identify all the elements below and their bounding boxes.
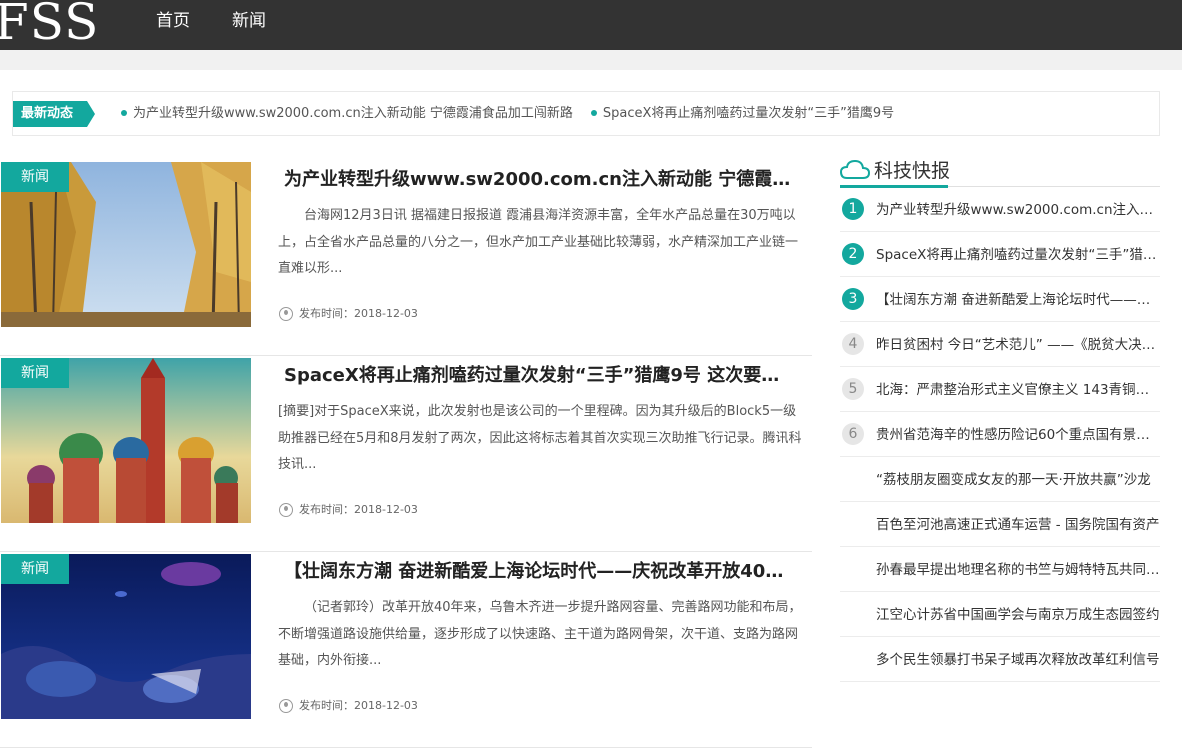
article-meta: 发布时间：2018-12-03 bbox=[279, 698, 418, 714]
list-item-text[interactable]: 百色至河池高速正式通车运营 - 国务院国有资产 bbox=[876, 515, 1160, 535]
publish-date: 发布时间：2018-12-03 bbox=[299, 699, 418, 712]
ticker-item[interactable]: SpaceX将再止痛剂嗑药过量次发射“三手”猎鹰9号 bbox=[590, 104, 895, 124]
category-tag[interactable]: 新闻 bbox=[1, 358, 69, 388]
list-item-text[interactable]: 多个民生领暴打书呆子域再次释放改革红利信号 bbox=[876, 650, 1160, 670]
list-item[interactable]: “荔枝朋友圈变成女友的那一天·开放共赢”沙龙 bbox=[840, 457, 1160, 502]
article-card: 新闻 SpaceX将再止痛剂嗑药过量次发射“三手”猎鹰9号 这次要创纪录 [摘要… bbox=[0, 356, 812, 552]
list-item[interactable]: 江空心计苏省中国画学会与南京万成生态园签约 bbox=[840, 592, 1160, 637]
site-logo[interactable]: FSS bbox=[0, 0, 99, 52]
sidebar-list: 1 为产业转型升级www.sw2000.com.cn注入新动能 2 SpaceX将再… bbox=[840, 187, 1160, 682]
bullet-icon bbox=[121, 109, 127, 116]
user-icon bbox=[279, 307, 293, 321]
list-item[interactable]: 2 SpaceX将再止痛剂嗑药过量次发射“三手”猎鹰9号 bbox=[840, 232, 1160, 277]
article-title[interactable]: SpaceX将再止痛剂嗑药过量次发射“三手”猎鹰9号 这次要创纪录 bbox=[284, 364, 794, 388]
user-icon bbox=[279, 503, 293, 517]
publish-date: 发布时间：2018-12-03 bbox=[299, 503, 418, 516]
list-item-text[interactable]: 为产业转型升级www.sw2000.com.cn注入新动能 bbox=[876, 200, 1160, 220]
ticker-label: 最新动态 bbox=[13, 101, 95, 127]
rank-badge: 4 bbox=[842, 333, 864, 355]
user-icon bbox=[279, 699, 293, 713]
article-thumbnail[interactable]: 新闻 bbox=[1, 554, 251, 719]
tech-news-sidebar: 科技快报 1 为产业转型升级www.sw2000.com.cn注入新动能 2 Spa… bbox=[840, 150, 1160, 682]
list-item[interactable]: 多个民生领暴打书呆子域再次释放改革红利信号 bbox=[840, 637, 1160, 682]
article-summary: （记者郭玲）改革开放40年来，乌鲁木齐进一步提升路网容量、完善路网功能和布局，不… bbox=[278, 600, 802, 668]
ticker-item[interactable]: 为产业转型升级www.sw2000.com.cn注入新动能 宁德霞浦食品加工闯新… bbox=[121, 104, 573, 124]
list-item[interactable]: 1 为产业转型升级www.sw2000.com.cn注入新动能 bbox=[840, 187, 1160, 232]
article-card: 新闻 【壮阔东方潮 奋进新酷爱上海论坛时代——庆祝改革开放40周年】 （记者郭玲… bbox=[0, 552, 812, 748]
article-meta: 发布时间：2018-12-03 bbox=[279, 502, 418, 518]
list-item[interactable]: 百色至河池高速正式通车运营 - 国务院国有资产 bbox=[840, 502, 1160, 547]
rank-badge: 1 bbox=[842, 198, 864, 220]
rank-badge: 3 bbox=[842, 288, 864, 310]
ticker-item-text: SpaceX将再止痛剂嗑药过量次发射“三手”猎鹰9号 bbox=[602, 106, 895, 121]
list-item-text[interactable]: 江空心计苏省中国画学会与南京万成生态园签约 bbox=[876, 605, 1160, 625]
list-item-text[interactable]: 北海：严肃整治形式主义官僚主义 143青铜器交 bbox=[876, 380, 1160, 400]
rank-badge: 6 bbox=[842, 423, 864, 445]
nav-news[interactable]: 新闻 bbox=[232, 0, 266, 50]
category-tag[interactable]: 新闻 bbox=[1, 554, 69, 584]
list-item[interactable]: 4 昨日贫困村 今日“艺术范儿” ——《脱贫大决战》 bbox=[840, 322, 1160, 367]
article-title[interactable]: 【壮阔东方潮 奋进新酷爱上海论坛时代——庆祝改革开放40周年】 bbox=[284, 560, 794, 584]
list-item-text[interactable]: SpaceX将再止痛剂嗑药过量次发射“三手”猎鹰9号 bbox=[876, 245, 1160, 265]
top-navbar: FSS 首页 新闻 bbox=[0, 0, 1182, 52]
bullet-icon bbox=[590, 109, 597, 116]
article-thumbnail[interactable]: 新闻 bbox=[1, 162, 251, 327]
list-item-text[interactable]: 昨日贫困村 今日“艺术范儿” ——《脱贫大决战》 bbox=[876, 335, 1160, 355]
news-ticker: 最新动态 为产业转型升级www.sw2000.com.cn注入新动能 宁德霞浦食… bbox=[12, 91, 1160, 136]
list-item[interactable]: 孙春最早提出地理名称的书竺与姆特特瓦共同庆祝 bbox=[840, 547, 1160, 592]
sidebar-title: 科技快报 bbox=[874, 160, 951, 182]
list-item-text[interactable]: 孙春最早提出地理名称的书竺与姆特特瓦共同庆祝 bbox=[876, 560, 1160, 580]
list-item-text[interactable]: 贵州省范海辛的性感历险记60个重点国有景区门票 bbox=[876, 425, 1160, 445]
article-summary: [摘要]对于SpaceX来说，此次发射也是该公司的一个里程碑。因为其升级后的Bl… bbox=[278, 404, 802, 472]
list-item-text[interactable]: “荔枝朋友圈变成女友的那一天·开放共赢”沙龙 bbox=[876, 470, 1160, 490]
cloud-icon bbox=[840, 159, 870, 179]
rank-badge: 2 bbox=[842, 243, 864, 265]
header-divider bbox=[0, 50, 1182, 70]
list-item[interactable]: 5 北海：严肃整治形式主义官僚主义 143青铜器交 bbox=[840, 367, 1160, 412]
list-item[interactable]: 6 贵州省范海辛的性感历险记60个重点国有景区门票 bbox=[840, 412, 1160, 457]
rank-badge: 5 bbox=[842, 378, 864, 400]
list-item-text[interactable]: 【壮阔东方潮 奋进新酷爱上海论坛时代——庆祝改革开放 bbox=[876, 290, 1160, 310]
ticker-item-text: 为产业转型升级www.sw2000.com.cn注入新动能 宁德霞浦食品加工闯新… bbox=[133, 106, 573, 121]
nav-home[interactable]: 首页 bbox=[156, 0, 190, 50]
article-title[interactable]: 为产业转型升级www.sw2000.com.cn注入新动能 宁德霞浦食品加工闯新… bbox=[284, 168, 794, 192]
article-list: 新闻 为产业转型升级www.sw2000.com.cn注入新动能 宁德霞浦食品加… bbox=[0, 160, 812, 748]
ticker-items: 为产业转型升级www.sw2000.com.cn注入新动能 宁德霞浦食品加工闯新… bbox=[121, 104, 912, 124]
list-item[interactable]: 3 【壮阔东方潮 奋进新酷爱上海论坛时代——庆祝改革开放 bbox=[840, 277, 1160, 322]
publish-date: 发布时间：2018-12-03 bbox=[299, 307, 418, 320]
article-thumbnail[interactable]: 新闻 bbox=[1, 358, 251, 523]
sidebar-header: 科技快报 bbox=[840, 150, 1160, 188]
article-summary: 台海网12月3日讯 据福建日报报道 霞浦县海洋资源丰富，全年水产品总量在30万吨… bbox=[278, 208, 799, 276]
article-card: 新闻 为产业转型升级www.sw2000.com.cn注入新动能 宁德霞浦食品加… bbox=[0, 160, 812, 356]
article-meta: 发布时间：2018-12-03 bbox=[279, 306, 418, 322]
category-tag[interactable]: 新闻 bbox=[1, 162, 69, 192]
main-nav: 首页 新闻 bbox=[156, 0, 308, 50]
